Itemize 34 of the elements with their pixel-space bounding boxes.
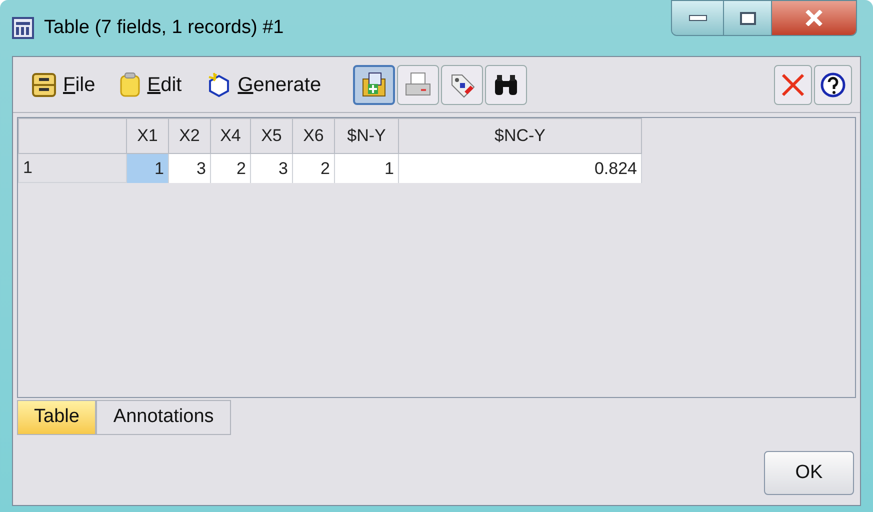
menu-item[interactable]: Generate — [206, 70, 322, 100]
minimize-button[interactable] — [672, 1, 724, 35]
column-header[interactable]: X1 — [126, 118, 168, 154]
column-header[interactable]: X5 — [250, 118, 292, 154]
binoculars-icon[interactable] — [485, 64, 528, 104]
file-cabinet-icon — [31, 72, 57, 98]
table-cell: 3 — [250, 154, 292, 182]
table-cell: 1 — [334, 154, 398, 182]
help-icon[interactable] — [814, 64, 852, 104]
column-header[interactable]: X2 — [168, 118, 210, 154]
tab[interactable]: Table — [17, 400, 96, 435]
table-icon — [12, 17, 34, 39]
window-title: Table (7 fields, 1 records) #1 — [44, 16, 284, 40]
column-header[interactable]: $NC-Y — [398, 118, 642, 154]
menu-item[interactable]: Edit — [119, 70, 182, 100]
tag-icon[interactable] — [441, 64, 484, 104]
close-button[interactable] — [772, 1, 856, 35]
table-cell: 3 — [168, 154, 210, 182]
table-cell: 2 — [292, 154, 334, 182]
table-cell: 1 — [126, 154, 168, 182]
folder-plus-icon[interactable] — [353, 64, 396, 104]
menu-item[interactable]: File — [31, 70, 96, 100]
tab[interactable]: Annotations — [96, 400, 231, 435]
column-header[interactable]: X6 — [292, 118, 334, 154]
table-cell: 0.824 — [398, 154, 642, 182]
close-icon — [805, 10, 823, 26]
maximize-button[interactable] — [724, 1, 772, 35]
table-cell: 2 — [210, 154, 250, 182]
ok-button[interactable]: OK — [764, 451, 854, 495]
column-header[interactable]: X4 — [210, 118, 250, 154]
row-header[interactable]: 1 — [18, 154, 126, 182]
column-header[interactable]: $N-Y — [334, 118, 398, 154]
close-icon[interactable] — [774, 64, 812, 104]
clipboard-icon — [119, 72, 142, 98]
